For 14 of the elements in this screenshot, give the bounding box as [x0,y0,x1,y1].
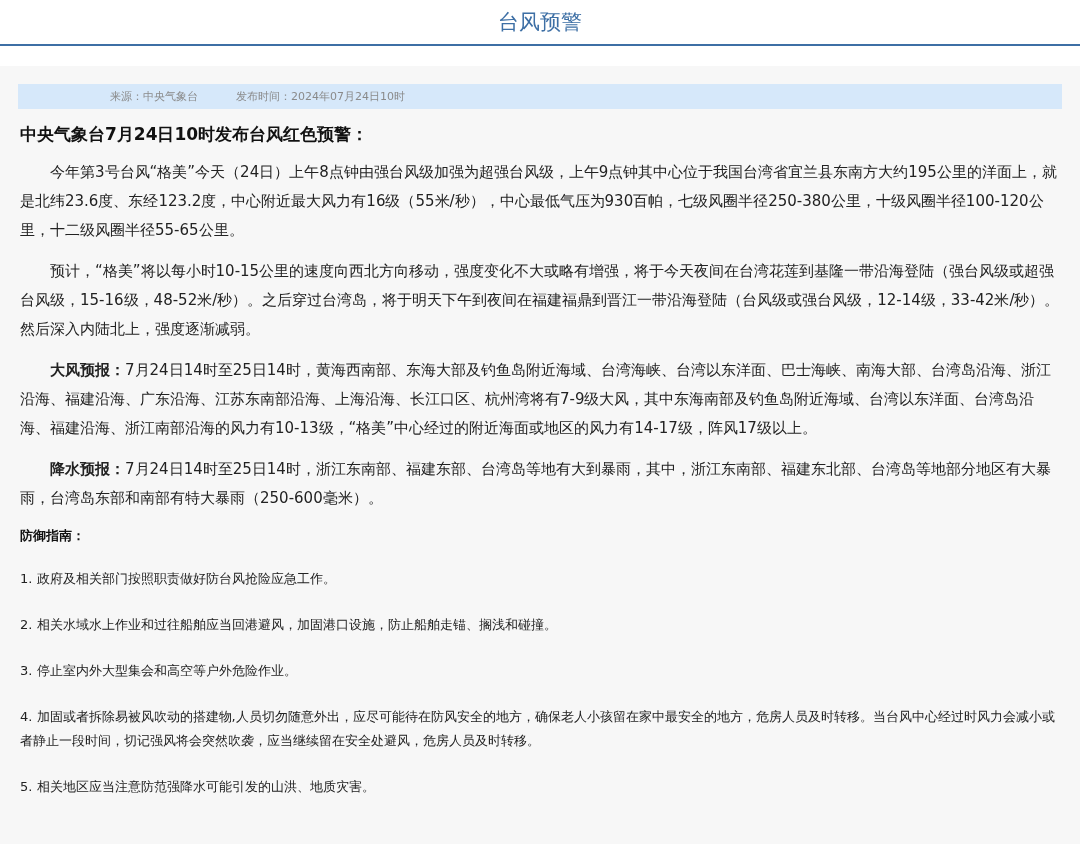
source-text: 来源：中央气象台 [110,89,198,104]
article-paragraph: 降水预报：7月24日14时至25日14时，浙江东南部、福建东部、台湾岛等地有大到暴雨，其中，浙江东南部、福建东北部、台湾岛等地部分地区有大暴雨，台湾岛东部和南部有特大暴雨（250-600毫米）。 [20,459,1052,509]
article-paragraph: 大风预报：7月24日14时至25日14时，黄海西南部、东海大部及钓鱼岛附近海域、台湾海峡、台湾以东洋面、巴士海峡、南海大部、台湾岛沿海、浙江沿海、福建沿海、广东沿海、江苏东南部沿海、上海沿海、长江口区、杭州湾将有7-9级大风，其中东海南部及钓鱼岛附近海域、台湾以东洋面、台湾岛沿海、福建沿海、浙江南部沿海的风力有10-13级，“格美”中心经过的附近海面或地区的风力有14-17级，阵风17级以上。 [20,360,1052,439]
guide-heading: 防御指南： [20,527,86,545]
guide-item: 4. 加固或者拆除易被风吹动的搭建物,人员切勿随意外出，应尽可能待在防风安全的地方，确保老人小孩留在家中最安全的地方，危房人员及时转移。当台风中心经过时风力会减小或者静止一段时间，切记强风将会突然吹袭，应当继续留在安全处避风，危房人员及时转移。 [20,708,1056,750]
page-title: 台风预警 [498,9,582,36]
publish-time-text: 发布时间：2024年07月24日10时 [236,89,405,104]
guide-item: 5. 相关地区应当注意防范强降水可能引发的山洪、地质灾害。 [20,778,376,796]
article-paragraph: 今年第3号台风“格美”今天（24日）上午8点钟由强台风级加强为超强台风级，上午9点钟其中心位于我国台湾省宜兰县东南方大约195公里的洋面上，就是北纬23.6度、东经123.2度，中心附近最大风力有16级（55米/秒），中心最低气压为930百帕，七级风圈半径250-380公里，十级风圈半径100-120公里，十二级风圈半径55-65公里。 [20,162,1058,241]
guide-item: 2. 相关水域水上作业和过往船舶应当回港避风，加固港口设施，防止船舶走锚、搁浅和碰撞。 [20,616,558,634]
guide-item: 1. 政府及相关部门按照职责做好防台风抢险应急工作。 [20,570,337,588]
article-paragraph: 预计，“格美”将以每小时10-15公里的速度向西北方向移动，强度变化不大或略有增强，将于今天夜间在台湾花莲到基隆一带沿海登陆（强台风级或超强台风级，15-16级，48-52米/秒）。之后穿过台湾岛，将于明天下午到夜间在福建福鼎到晋江一带沿海登陆（台风级或强台风级，12-14级，33-42米/秒）。然后深入内陆北上，强度逐渐减弱。 [20,261,1061,340]
guide-item: 3. 停止室内外大型集会和高空等户外危险作业。 [20,662,298,680]
article-headline: 中央气象台7月24日10时发布台风红色预警： [20,123,370,146]
